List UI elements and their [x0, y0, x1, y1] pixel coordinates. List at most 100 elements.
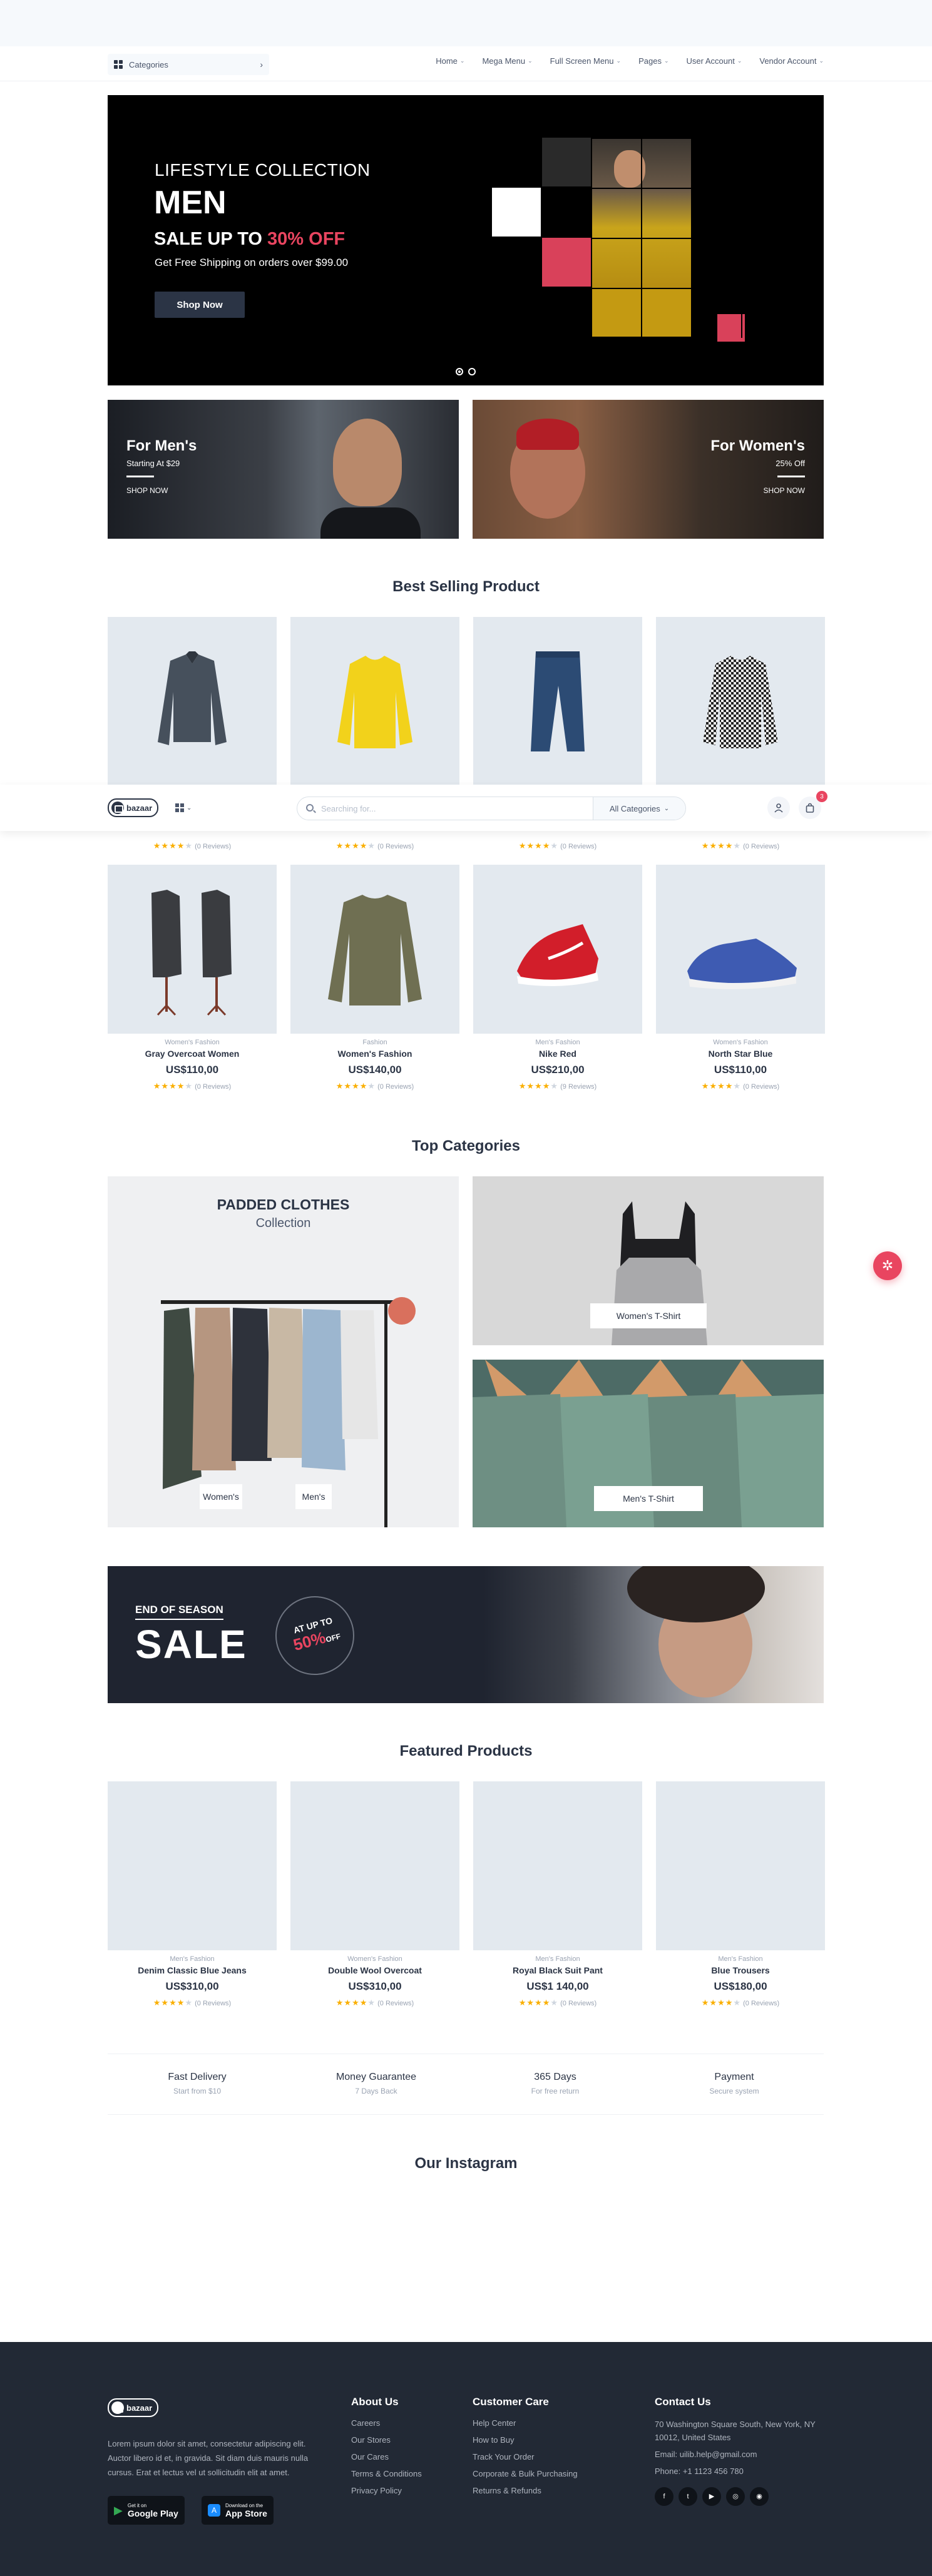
product-name[interactable]: Blue Trousers [656, 1965, 825, 1975]
google-icon[interactable]: ◎ [726, 2487, 745, 2506]
promo-mens-shirt [320, 507, 421, 539]
hero-shipping: Get Free Shipping on orders over $99.00 [155, 257, 349, 268]
menu-item-mega-menu[interactable]: Mega Menu ⌄ [482, 56, 532, 66]
chevron-down-icon: ⌄ [737, 58, 742, 64]
search-input[interactable]: Searching for... [321, 804, 376, 813]
product-price: US$210,00 [531, 1064, 585, 1076]
review-count: (0 Reviews) [195, 2000, 232, 2007]
product-name[interactable]: Gray Overcoat Women [108, 1049, 277, 1059]
footer-logo[interactable]: bazaar [108, 2398, 159, 2417]
menu-item-pages[interactable]: Pages ⌄ [638, 56, 668, 66]
main-menu: Home ⌄ Mega Menu ⌄ Full Screen Menu ⌄ Pages… [436, 56, 824, 66]
product-category: Women's Fashion [713, 1039, 768, 1046]
product-price: US$310,00 [165, 1980, 219, 1992]
category-menu-toggle[interactable]: ⌄ [175, 803, 192, 812]
product-name[interactable]: Nike Red [473, 1049, 642, 1059]
product-price: US$110,00 [714, 1064, 767, 1076]
review-count: (0 Reviews) [560, 843, 597, 850]
shoe-red-image [517, 924, 598, 986]
promo-mens[interactable]: For Men's Starting At $29 SHOP NOW [108, 400, 459, 539]
footer-link[interactable]: How to Buy [473, 2435, 578, 2445]
product-name[interactable]: Double Wool Overcoat [290, 1965, 459, 1975]
app-store-button[interactable]: A Download on the App Store [202, 2496, 274, 2525]
shop-now-button[interactable]: Shop Now [155, 292, 245, 318]
rating-stars: ★★★★★ [518, 1998, 559, 2007]
product-card[interactable] [473, 617, 642, 786]
product-rating: ★★★★★ (0 Reviews) [656, 1998, 825, 2008]
category-mens-tshirt[interactable]: Men's T-Shirt [473, 1360, 824, 1527]
mens-tshirt-button[interactable]: Men's T-Shirt [594, 1486, 703, 1511]
category-womens-tshirt[interactable]: Women's T-Shirt [473, 1176, 824, 1345]
feature-subtitle: Secure system [709, 2087, 759, 2095]
promo-divider [777, 476, 805, 477]
product-card[interactable]: Women's Fashion Gray Overcoat Women US$1… [108, 865, 277, 1091]
footer-link[interactable]: Track Your Order [473, 2452, 578, 2461]
off-label: OFF [324, 1631, 342, 1644]
categories-dropdown[interactable]: Categories › [108, 54, 269, 75]
overcoat-gray-image [151, 890, 232, 1016]
promo-womens[interactable]: For Women's 25% Off SHOP NOW [473, 400, 824, 539]
logo[interactable]: bazaar [108, 798, 159, 817]
footer-link[interactable]: Returns & Refunds [473, 2486, 578, 2495]
carousel-dot[interactable] [468, 368, 476, 375]
footer-link[interactable]: Help Center [473, 2418, 578, 2428]
mens-button[interactable]: Men's [295, 1484, 332, 1509]
youtube-icon[interactable]: ▶ [702, 2487, 721, 2506]
account-button[interactable] [767, 797, 790, 819]
menu-item-vendor-account[interactable]: Vendor Account ⌄ [759, 56, 824, 66]
womens-tshirt-button[interactable]: Women's T-Shirt [590, 1303, 707, 1328]
rating-stars: ★★★★★ [518, 841, 559, 850]
product-image [656, 865, 825, 1034]
sticky-header: bazaar ⌄ Searching for... All Categories… [0, 785, 932, 831]
product-image [108, 1781, 277, 1950]
footer-care-column: Customer Care Help Center How to Buy Tra… [473, 2396, 578, 2503]
section-title-instagram: Our Instagram [414, 2155, 518, 2172]
hero-subtitle: LIFESTYLE COLLECTION [155, 160, 371, 180]
feature-subtitle: For free return [531, 2087, 580, 2095]
settings-button[interactable]: ✲ [873, 1251, 902, 1280]
product-card[interactable] [108, 617, 277, 786]
footer-link[interactable]: Corporate & Bulk Purchasing [473, 2469, 578, 2478]
facebook-icon[interactable]: f [655, 2487, 673, 2506]
promo-shop-now[interactable]: SHOP NOW [710, 486, 805, 495]
product-card[interactable]: Women's Fashion Double Wool Overcoat US$… [290, 1781, 459, 2008]
sweater-yellow-image [337, 656, 412, 748]
womens-button[interactable]: Women's [200, 1484, 242, 1509]
menu-item-full-screen-menu[interactable]: Full Screen Menu ⌄ [550, 56, 621, 66]
product-rating: ★★★★★ (0 Reviews) [290, 1998, 459, 2008]
product-name[interactable]: Royal Black Suit Pant [473, 1965, 642, 1975]
end-of-season-sale-banner[interactable]: END OF SEASON SALE AT UP TO 50%OFF [108, 1566, 824, 1703]
footer-link[interactable]: Terms & Conditions [351, 2469, 422, 2478]
product-card[interactable]: Men's Fashion Royal Black Suit Pant US$1… [473, 1781, 642, 2008]
product-card[interactable]: Fashion Women's Fashion US$140,00 ★★★★★ … [290, 865, 459, 1091]
product-image [656, 617, 825, 786]
promo-title: For Men's [126, 437, 197, 454]
product-name[interactable]: Denim Classic Blue Jeans [108, 1965, 277, 1975]
footer-email[interactable]: Email: uilib.help@gmail.com [655, 2450, 830, 2459]
footer-link[interactable]: Privacy Policy [351, 2486, 422, 2495]
menu-item-user-account[interactable]: User Account ⌄ [687, 56, 742, 66]
footer-link[interactable]: Our Cares [351, 2452, 422, 2461]
twitter-icon[interactable]: t [679, 2487, 697, 2506]
product-card[interactable]: Men's Fashion Denim Classic Blue Jeans U… [108, 1781, 277, 2008]
promo-shop-now[interactable]: SHOP NOW [126, 486, 197, 495]
product-card[interactable] [656, 617, 825, 786]
chevron-right-icon: › [260, 59, 263, 69]
product-category: Fashion [362, 1039, 387, 1046]
product-card[interactable]: Men's Fashion Nike Red US$210,00 ★★★★★ (… [473, 865, 642, 1091]
footer-link[interactable]: Our Stores [351, 2435, 422, 2445]
search-category-select[interactable]: All Categories ⌄ [593, 797, 685, 820]
instagram-icon[interactable]: ◉ [750, 2487, 769, 2506]
address-line: 70 Washington Square South, New York, NY [655, 2420, 816, 2429]
chevron-down-icon: ⌄ [459, 58, 465, 64]
product-name[interactable]: North Star Blue [656, 1049, 825, 1059]
footer-link[interactable]: Careers [351, 2418, 422, 2428]
google-play-button[interactable]: ▶ Get it on Google Play [108, 2496, 185, 2525]
product-name[interactable]: Women's Fashion [290, 1049, 459, 1059]
product-card[interactable]: Women's Fashion North Star Blue US$110,0… [656, 865, 825, 1091]
menu-item-home[interactable]: Home ⌄ [436, 56, 464, 66]
product-card[interactable] [290, 617, 459, 786]
category-padded-clothes[interactable]: PADDED CLOTHES Collection Women's Men's [108, 1176, 459, 1527]
carousel-dot[interactable] [456, 368, 463, 375]
product-card[interactable]: Men's Fashion Blue Trousers US$180,00 ★★… [656, 1781, 825, 2008]
